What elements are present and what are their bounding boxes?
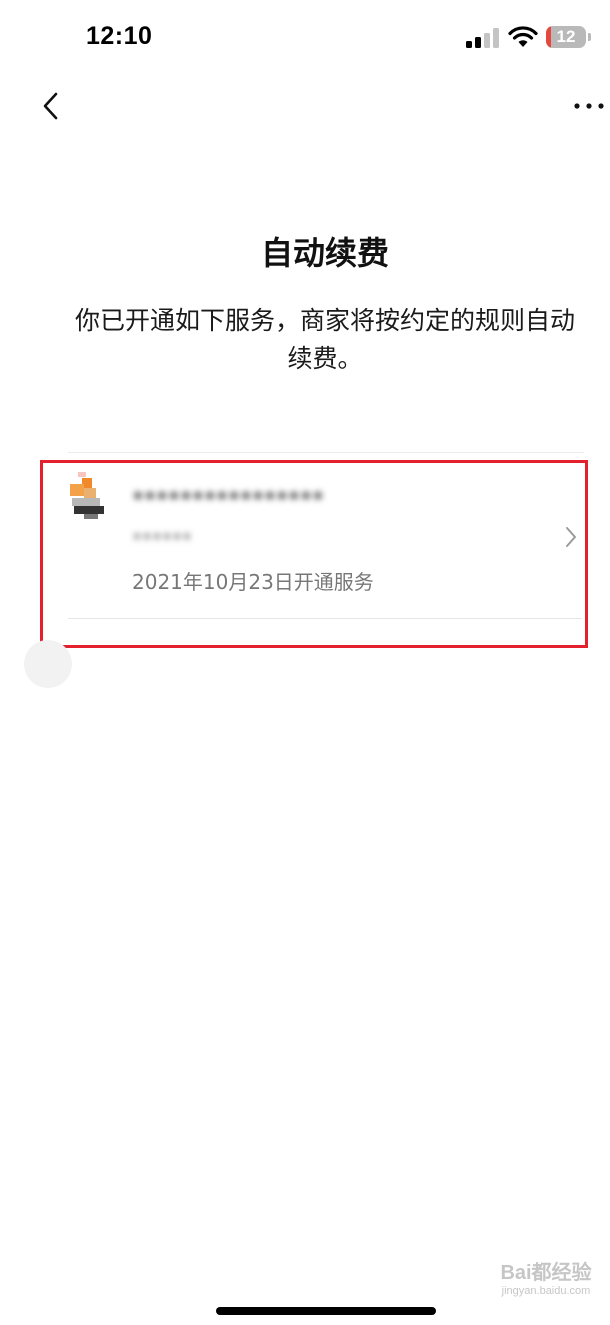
- watermark-logo: Bai都经验: [500, 1262, 592, 1284]
- page-description: 你已开通如下服务，商家将按约定的规则自动续费。: [74, 306, 575, 373]
- battery-icon: 12: [546, 26, 592, 50]
- wifi-icon: [508, 26, 538, 47]
- home-indicator[interactable]: [216, 1307, 436, 1315]
- more-button[interactable]: [568, 92, 608, 120]
- status-bar: 12:10 12: [0, 0, 610, 76]
- floating-assist-button[interactable]: [24, 640, 72, 688]
- status-time: 12:10: [86, 22, 153, 50]
- more-horizontal-icon: [574, 103, 604, 109]
- watermark-url: jingyan.baidu.com: [501, 1285, 591, 1297]
- battery-level: 12: [556, 27, 576, 46]
- highlight-annotation-box: [40, 460, 588, 648]
- cellular-signal-icon: [466, 28, 499, 48]
- page-title: 自动续费: [260, 234, 389, 272]
- back-button[interactable]: [30, 84, 74, 128]
- battery-body: 12: [546, 26, 586, 48]
- battery-tip: [588, 33, 591, 41]
- chevron-left-icon: [43, 92, 58, 120]
- list-top-divider: [68, 452, 584, 453]
- watermark: Bai都经验 jingyan.baidu.com: [496, 1262, 596, 1312]
